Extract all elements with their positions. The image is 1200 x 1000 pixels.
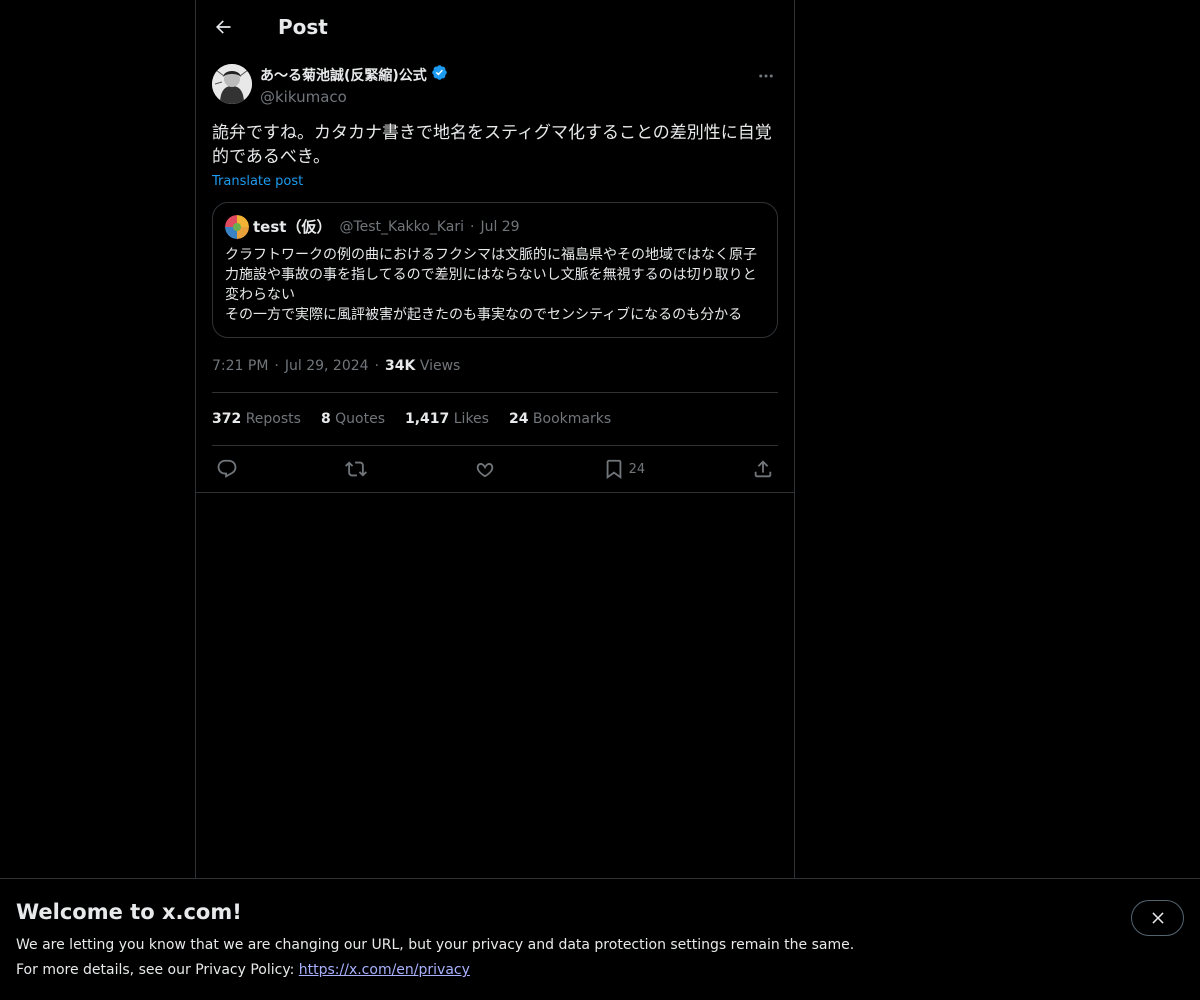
likes-count: 1,417 (405, 411, 450, 427)
heart-icon (476, 463, 493, 478)
reposts-label: Reposts (245, 411, 301, 427)
meta-separator: · (374, 358, 380, 374)
action-bar: 24 (196, 446, 794, 493)
quoted-post[interactable]: test（仮） @Test_Kakko_Kari · Jul 29 クラフトワー… (212, 202, 778, 338)
banner-policy-prefix: For more details, see our Privacy Policy… (16, 962, 299, 978)
page-title: Post (278, 15, 328, 39)
banner-message: We are letting you know that we are chan… (16, 937, 855, 953)
post-meta: 7:21 PM · Jul 29, 2024 · 34K Views (212, 356, 778, 393)
page-header: Post (196, 0, 794, 54)
close-banner-button[interactable] (1131, 900, 1184, 936)
reposts-count: 372 (212, 411, 242, 427)
bookmark-button[interactable]: 24 (603, 458, 646, 480)
bookmark-count: 24 (628, 461, 646, 477)
like-button[interactable] (474, 458, 496, 480)
quoted-avatar (225, 215, 249, 239)
privacy-policy-link[interactable]: https://x.com/en/privacy (299, 962, 470, 978)
quoted-separator: · (469, 219, 475, 235)
post-text: 詭弁ですね。カタカナ書きで地名をスティグマ化することの差別性に自覚的であるべき。 (212, 123, 772, 167)
repost-icon (344, 461, 367, 477)
quoted-author-name: test（仮） (253, 218, 332, 236)
author-name-line[interactable]: あ〜る菊池誠(反緊縮)公式 (260, 64, 448, 87)
author-handle[interactable]: @kikumaco (260, 87, 448, 107)
views-label: Views (419, 358, 461, 374)
share-icon (754, 460, 772, 478)
back-arrow-icon[interactable] (206, 10, 240, 44)
reply-icon (217, 459, 237, 478)
post-time[interactable]: 7:21 PM (212, 358, 268, 374)
reposts-stat[interactable]: 372 Reposts (212, 411, 301, 427)
quotes-label: Quotes (335, 411, 385, 427)
bookmark-icon (606, 459, 621, 480)
quotes-count: 8 (320, 411, 331, 427)
close-icon (1151, 912, 1164, 924)
main-column: Post あ〜る菊池誠(反緊縮)公式 @kikumaco 詭弁ですね。カタカナ書… (195, 0, 795, 1000)
reply-button[interactable] (216, 458, 238, 480)
likes-label: Likes (453, 411, 489, 427)
author-name[interactable]: あ〜る菊池誠(反緊縮)公式 (260, 66, 427, 86)
bookmarks-label: Bookmarks (532, 411, 612, 427)
quotes-stat[interactable]: 8 Quotes (321, 411, 385, 427)
quoted-author-handle: @Test_Kakko_Kari (339, 219, 464, 235)
translate-post-link[interactable]: Translate post (212, 174, 303, 190)
banner-policy-line: For more details, see our Privacy Policy… (16, 958, 1184, 983)
quoted-date: Jul 29 (480, 219, 520, 235)
meta-separator: · (274, 358, 279, 374)
bookmarks-stat[interactable]: 24 Bookmarks (509, 411, 611, 427)
author-text: あ〜る菊池誠(反緊縮)公式 @kikumaco (260, 62, 448, 107)
author-row: あ〜る菊池誠(反緊縮)公式 @kikumaco (212, 62, 778, 110)
views-count: 34K (385, 358, 416, 374)
bookmarks-count: 24 (508, 411, 529, 427)
quoted-post-text: クラフトワークの例の曲におけるフクシマは文脈的に福島県やその地域ではなく原子力施… (225, 247, 757, 323)
banner-title: Welcome to x.com! (16, 900, 242, 924)
more-options-icon[interactable] (754, 66, 778, 86)
share-button[interactable] (752, 458, 774, 480)
verified-badge-icon (431, 64, 448, 87)
avatar[interactable] (212, 64, 252, 104)
url-change-banner: Welcome to x.com! We are letting you kno… (0, 878, 1200, 1000)
post-date[interactable]: Jul 29, 2024 (285, 358, 369, 374)
engagement-stats: 372 Reposts 8 Quotes 1,417 Likes 24 Book… (212, 393, 778, 446)
post: あ〜る菊池誠(反緊縮)公式 @kikumaco 詭弁ですね。カタカナ書きで地名を… (196, 54, 794, 493)
repost-button[interactable] (344, 458, 367, 480)
quoted-post-header: test（仮） @Test_Kakko_Kari · Jul 29 (225, 215, 765, 239)
likes-stat[interactable]: 1,417 Likes (405, 411, 489, 427)
